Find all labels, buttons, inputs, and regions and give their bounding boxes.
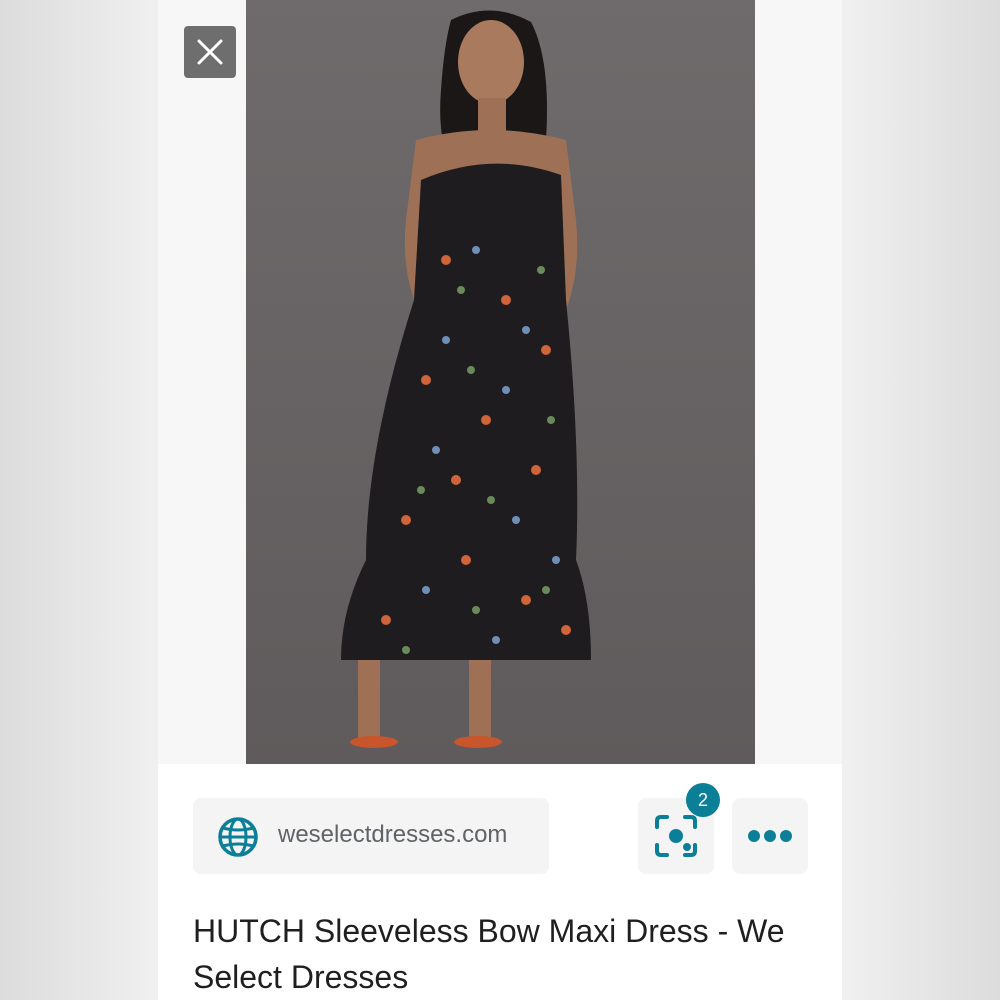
close-button[interactable] (184, 26, 236, 78)
result-title[interactable]: HUTCH Sleeveless Bow Maxi Dress - We Sel… (193, 908, 813, 1000)
backdrop-left (0, 0, 158, 1000)
more-dots-icon (748, 830, 792, 842)
close-icon (197, 39, 223, 65)
more-options-button[interactable] (732, 798, 808, 874)
globe-icon (218, 817, 258, 857)
result-count-badge: 2 (686, 783, 720, 817)
photo-area (158, 0, 842, 764)
source-domain: weselectdresses.com (278, 821, 508, 848)
dress-illustration (341, 10, 591, 748)
backdrop-right (842, 0, 1000, 1000)
product-photo[interactable] (246, 0, 755, 764)
image-viewer-panel: weselectdresses.com 2 HUTCH Sleeveless B… (158, 0, 842, 1000)
lens-camera-icon (655, 815, 697, 857)
source-link[interactable]: weselectdresses.com (193, 798, 549, 874)
